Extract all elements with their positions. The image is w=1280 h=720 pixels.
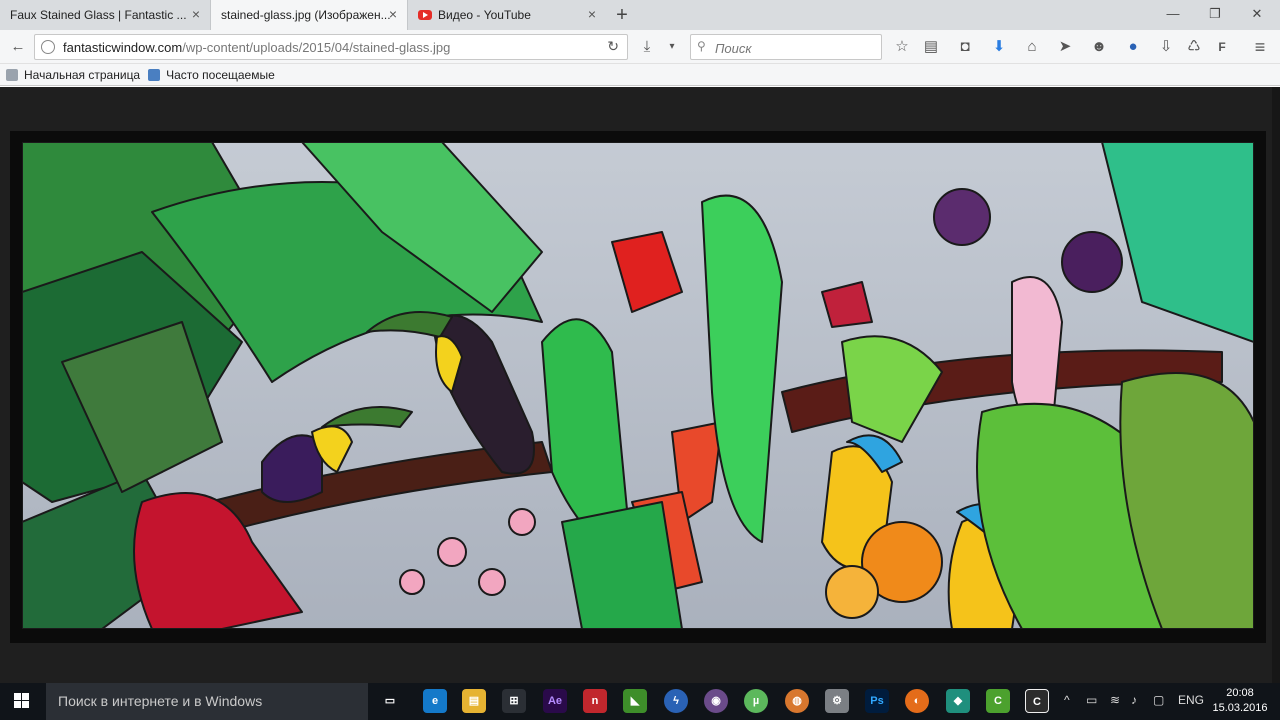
clock[interactable]: 20:08 15.03.2016	[1212, 686, 1268, 716]
tab-stained-glass-jpg[interactable]: stained-glass.jpg (Изображен... ×	[210, 0, 408, 30]
send-icon[interactable]: ➤	[1055, 37, 1075, 57]
tab-faux-stained-glass[interactable]: Faux Stained Glass | Fantastic ... ×	[0, 0, 210, 30]
stained-glass-image	[22, 142, 1254, 629]
maximize-button[interactable]: ❐	[1200, 4, 1230, 24]
disc-icon[interactable]: ◉	[704, 689, 728, 713]
tab-youtube[interactable]: Видео - YouTube ×	[408, 0, 606, 30]
reload-icon[interactable]: ↻	[607, 38, 619, 55]
app-orange-icon[interactable]: ◍	[785, 689, 809, 713]
firefox-page-icon	[6, 68, 18, 81]
battery-icon[interactable]: ▭	[1086, 693, 1097, 707]
extension-f-icon[interactable]: F	[1212, 37, 1232, 57]
flash-icon[interactable]: ϟ	[664, 689, 688, 713]
bookmark-start-page[interactable]: Начальная страница	[6, 68, 140, 82]
orchid-2	[478, 568, 506, 596]
camtasia-icon[interactable]: C	[986, 689, 1010, 713]
extension-blue-icon[interactable]: ●	[1123, 37, 1143, 57]
save-download-icon[interactable]: ⇩	[1156, 37, 1176, 57]
magnifier-icon: ⚲	[697, 39, 706, 53]
url-host: fantasticwindow.com	[63, 39, 183, 55]
back-arrow-icon[interactable]: ←	[8, 37, 28, 57]
tab-strip: Faux Stained Glass | Fantastic ... × sta…	[0, 0, 1280, 30]
minimize-button[interactable]: —	[1158, 4, 1188, 24]
notifications-icon[interactable]: ▢	[1153, 693, 1164, 707]
leaf-bottom-center	[561, 501, 683, 629]
after-effects-icon[interactable]: Ae	[543, 689, 567, 713]
app-teal-icon[interactable]: ◆	[946, 689, 970, 713]
download-arrow-icon[interactable]: ⤓	[637, 37, 657, 57]
new-tab-button[interactable]: +	[612, 5, 632, 25]
app-gray-icon[interactable]: ⚙	[825, 689, 849, 713]
firefox-icon[interactable]: ◐	[905, 689, 929, 713]
nvidia-icon[interactable]: ◣	[623, 689, 647, 713]
clock-time: 20:08	[1226, 687, 1254, 699]
tab-title: Faux Stained Glass | Fantastic ...	[10, 8, 187, 22]
vertical-scrollbar[interactable]	[1272, 87, 1280, 683]
bookmarks-toolbar: Начальная страница Часто посещаемые	[0, 64, 1280, 86]
edge-icon[interactable]: e	[423, 689, 447, 713]
search-placeholder: Поиск	[715, 41, 752, 56]
orchid-1	[437, 537, 467, 567]
orchid-4	[399, 569, 425, 595]
photoshop-icon[interactable]: Ps	[865, 689, 889, 713]
bookmark-star-icon[interactable]: ☆	[892, 37, 912, 57]
windows-start-icon[interactable]	[14, 693, 30, 709]
purple-flower-cluster-left	[933, 188, 991, 246]
taskbar-search-input[interactable]: Поиск в интернете и в Windows	[46, 683, 368, 720]
dropdown-chevron-icon[interactable]: ▾	[662, 37, 682, 57]
windows-taskbar: Поиск в интернете и в Windows ▭ e ▤ ⊞ Ae…	[0, 683, 1280, 720]
bookmark-label: Начальная страница	[24, 67, 141, 82]
wifi-icon[interactable]: ≋	[1110, 693, 1120, 707]
close-window-button[interactable]: ✕	[1242, 4, 1272, 24]
url-bar[interactable]: fantasticwindow.com/wp-content/uploads/2…	[34, 34, 628, 60]
store-icon[interactable]: ⊞	[502, 689, 526, 713]
utorrent-icon[interactable]: µ	[744, 689, 768, 713]
downloads-icon[interactable]: ⬇	[989, 37, 1009, 57]
tab-title: stained-glass.jpg (Изображен...	[221, 8, 391, 22]
purple-flower-cluster-right	[1061, 231, 1123, 293]
url-path: /wp-content/uploads/2015/04/stained-glas…	[182, 39, 451, 55]
close-tab-icon[interactable]: ×	[387, 7, 399, 21]
globe-icon	[41, 40, 55, 54]
camtasia-recorder-icon[interactable]: C	[1025, 689, 1049, 713]
bookmarks-list-icon[interactable]: ▤	[921, 37, 941, 57]
folder-icon	[148, 68, 161, 81]
bookmark-label: Часто посещаемые	[166, 67, 275, 82]
volume-icon[interactable]: ♪	[1131, 693, 1137, 707]
bookmark-most-visited[interactable]: Часто посещаемые	[148, 68, 275, 82]
close-tab-icon[interactable]: ×	[190, 7, 202, 21]
navigation-bar: ← fantasticwindow.com/wp-content/uploads…	[0, 30, 1280, 64]
home-icon[interactable]: ⌂	[1022, 37, 1042, 57]
sync-icon[interactable]: ♺	[1184, 37, 1204, 57]
search-input[interactable]: ⚲ Поиск	[690, 34, 882, 60]
task-view-icon[interactable]: ▭	[378, 689, 402, 713]
yellow-flower	[825, 565, 879, 619]
file-explorer-icon[interactable]: ▤	[462, 689, 486, 713]
tab-title: Видео - YouTube	[438, 8, 531, 22]
nero-icon[interactable]: n	[583, 689, 607, 713]
orchid-3	[508, 508, 536, 536]
clock-date: 15.03.2016	[1212, 702, 1268, 714]
menu-icon[interactable]: ≡	[1250, 37, 1270, 57]
chat-icon[interactable]: ☻	[1089, 37, 1109, 57]
close-tab-icon[interactable]: ×	[586, 7, 598, 21]
tray-chevron-icon[interactable]: ^	[1064, 693, 1070, 707]
youtube-icon	[418, 10, 432, 20]
pocket-icon[interactable]: ◘	[955, 37, 975, 57]
language-indicator[interactable]: ENG	[1178, 693, 1204, 707]
